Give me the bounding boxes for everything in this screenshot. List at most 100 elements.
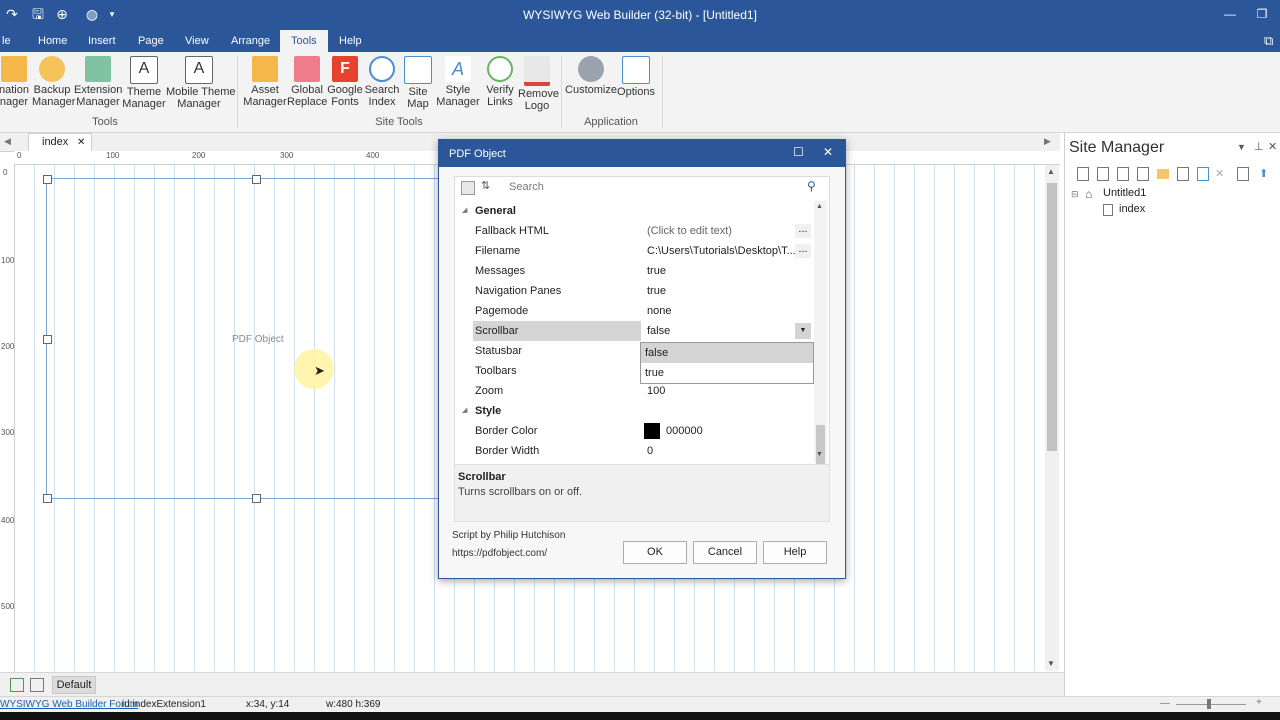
resize-handle[interactable] bbox=[43, 494, 52, 503]
ribbon: nation nager Backup Manager Extension Ma… bbox=[0, 52, 1280, 133]
page-properties-icon[interactable] bbox=[1117, 167, 1129, 181]
panel-dropdown-icon[interactable]: ▼ bbox=[1237, 142, 1246, 152]
ellipsis-button[interactable]: ... bbox=[795, 224, 811, 238]
zoom-slider[interactable] bbox=[1176, 704, 1246, 705]
tree-item-site[interactable]: Untitled1 bbox=[1103, 187, 1146, 199]
tab-home[interactable]: Home bbox=[36, 30, 69, 52]
prop-messages[interactable]: Messages true bbox=[455, 261, 813, 281]
prop-navigation-panes[interactable]: Navigation Panes true bbox=[455, 281, 813, 301]
mobile-theme-manager-button[interactable]: A Mobile Theme Manager bbox=[166, 56, 236, 110]
extension-manager-button[interactable]: Extension Manager bbox=[74, 56, 122, 108]
prop-border-width[interactable]: Border Width 0 bbox=[455, 441, 813, 461]
pin-icon[interactable]: ⊥ bbox=[1254, 140, 1264, 153]
pdf-object[interactable]: PDF Object bbox=[43, 175, 466, 503]
scrollbar-thumb[interactable] bbox=[1047, 183, 1057, 451]
edit-page-icon[interactable] bbox=[1177, 167, 1189, 181]
layer-default[interactable]: Default bbox=[52, 676, 96, 694]
resize-handle[interactable] bbox=[252, 494, 261, 503]
resize-handle[interactable] bbox=[43, 335, 52, 344]
close-icon[interactable]: ✕ bbox=[823, 145, 833, 159]
prop-pagemode[interactable]: Pagemode none bbox=[455, 301, 813, 321]
scrollbar-value[interactable]: false bbox=[647, 321, 670, 341]
scroll-down-icon[interactable]: ▼ bbox=[816, 451, 823, 458]
tab-arrange[interactable]: Arrange bbox=[229, 30, 272, 52]
zoom-in-icon[interactable]: + bbox=[1256, 697, 1262, 708]
add-layer-icon[interactable] bbox=[10, 678, 24, 692]
prop-filename[interactable]: Filename C:\Users\Tutorials\Desktop\T...… bbox=[455, 241, 813, 261]
site-map-button[interactable]: Site Map bbox=[401, 56, 435, 110]
scroll-up-icon[interactable]: ▲ bbox=[1047, 167, 1055, 176]
canvas-vertical-scrollbar[interactable]: ▲ ▼ bbox=[1045, 165, 1059, 671]
tree-collapse-icon[interactable]: ⊟ bbox=[1071, 189, 1079, 200]
delete-icon[interactable]: ✕ bbox=[1215, 167, 1227, 180]
search-icon[interactable]: ⚲ bbox=[807, 179, 816, 193]
prop-fallback-html[interactable]: Fallback HTML (Click to edit text) ... bbox=[455, 221, 813, 241]
help-button[interactable]: Help bbox=[763, 541, 827, 564]
search-input[interactable]: Search bbox=[509, 181, 544, 193]
rename-icon[interactable] bbox=[1197, 167, 1209, 181]
tree-item-index[interactable]: index bbox=[1119, 203, 1145, 215]
remove-logo-button[interactable]: Remove Logo bbox=[518, 56, 559, 112]
restore-button[interactable]: ❐ bbox=[1252, 4, 1272, 24]
theme-manager-button[interactable]: A Theme Manager bbox=[122, 56, 166, 110]
backup-manager-button[interactable]: Backup Manager bbox=[32, 56, 75, 108]
new-page-icon[interactable] bbox=[1077, 167, 1089, 181]
global-replace-button[interactable]: Global Replace bbox=[287, 56, 327, 108]
style-manager-button[interactable]: A Style Manager bbox=[436, 56, 480, 108]
verify-links-button[interactable]: Verify Links bbox=[481, 56, 519, 108]
options-button[interactable]: Options bbox=[616, 56, 656, 98]
script-url[interactable]: https://pdfobject.com/ bbox=[452, 548, 547, 559]
prop-border-color[interactable]: Border Color 000000 bbox=[455, 421, 813, 441]
layer-options-icon[interactable] bbox=[30, 678, 44, 692]
prop-zoom[interactable]: Zoom 100 bbox=[455, 381, 813, 401]
scrollbar-thumb[interactable] bbox=[816, 425, 825, 469]
section-general[interactable]: ◢ General bbox=[455, 201, 813, 221]
collapse-icon[interactable]: ◢ bbox=[462, 201, 467, 221]
tab-page[interactable]: Page bbox=[136, 30, 166, 52]
cancel-button[interactable]: Cancel bbox=[693, 541, 757, 564]
resize-handle[interactable] bbox=[252, 175, 261, 184]
minimize-button[interactable]: — bbox=[1220, 4, 1240, 24]
tab-view[interactable]: View bbox=[183, 30, 211, 52]
new-folder-page-icon[interactable] bbox=[1097, 167, 1109, 181]
tab-scroll-right-icon[interactable]: ▶ bbox=[1044, 136, 1051, 147]
zoom-out-icon[interactable]: — bbox=[1160, 698, 1170, 709]
ok-button[interactable]: OK bbox=[623, 541, 687, 564]
asset-manager-button[interactable]: Asset Manager bbox=[243, 56, 287, 108]
collapse-icon[interactable]: ◢ bbox=[462, 401, 467, 421]
tab-insert[interactable]: Insert bbox=[86, 30, 118, 52]
dropdown-arrow-icon[interactable]: ▼ bbox=[795, 323, 811, 339]
color-swatch[interactable] bbox=[644, 423, 660, 439]
google-fonts-button[interactable]: F Google Fonts bbox=[326, 56, 364, 108]
tab-help[interactable]: Help bbox=[337, 30, 364, 52]
prop-scrollbar[interactable]: Scrollbar false ▼ bbox=[455, 321, 813, 341]
section-style[interactable]: ◢ Style bbox=[455, 401, 813, 421]
tab-index[interactable]: index ✕ bbox=[28, 133, 92, 152]
publish-up-icon[interactable]: ⬆ bbox=[1259, 167, 1268, 180]
folder-icon[interactable] bbox=[1157, 169, 1169, 179]
close-tab-icon[interactable]: ✕ bbox=[77, 134, 85, 151]
tab-file[interactable]: le bbox=[0, 30, 13, 52]
close-panel-icon[interactable]: ✕ bbox=[1268, 140, 1277, 153]
page-tools-icon[interactable] bbox=[1237, 167, 1249, 181]
tab-tools[interactable]: Tools bbox=[280, 30, 328, 52]
search-index-button[interactable]: Search Index bbox=[364, 56, 400, 108]
zoom-slider-thumb[interactable] bbox=[1207, 699, 1211, 709]
sort-az-icon[interactable]: ⇅ bbox=[481, 179, 490, 192]
ellipsis-button[interactable]: ... bbox=[795, 244, 811, 258]
dropdown-option-true[interactable]: true bbox=[641, 363, 813, 383]
maximize-icon[interactable]: ☐ bbox=[793, 145, 804, 159]
animation-manager-button[interactable]: nation nager bbox=[0, 56, 34, 108]
categorized-icon[interactable] bbox=[461, 181, 475, 195]
page-settings-icon[interactable] bbox=[1137, 167, 1149, 181]
scroll-up-icon[interactable]: ▲ bbox=[816, 203, 823, 210]
tab-scroll-left-icon[interactable]: ◀ bbox=[4, 136, 11, 147]
property-scrollbar[interactable]: ▲ ▼ bbox=[814, 201, 827, 469]
customize-button[interactable]: Customize bbox=[565, 56, 617, 96]
resize-handle[interactable] bbox=[43, 175, 52, 184]
ribbon-options-icon[interactable]: ⧉ bbox=[1262, 30, 1275, 52]
forum-link[interactable]: WYSIWYG Web Builder Forum bbox=[0, 699, 138, 710]
property-grid: ⇅ Search ⚲ ▲ ▼ ◢ General Fallback HTML (… bbox=[454, 176, 830, 469]
dropdown-option-false[interactable]: false bbox=[641, 343, 813, 363]
scroll-down-icon[interactable]: ▼ bbox=[1047, 659, 1055, 668]
